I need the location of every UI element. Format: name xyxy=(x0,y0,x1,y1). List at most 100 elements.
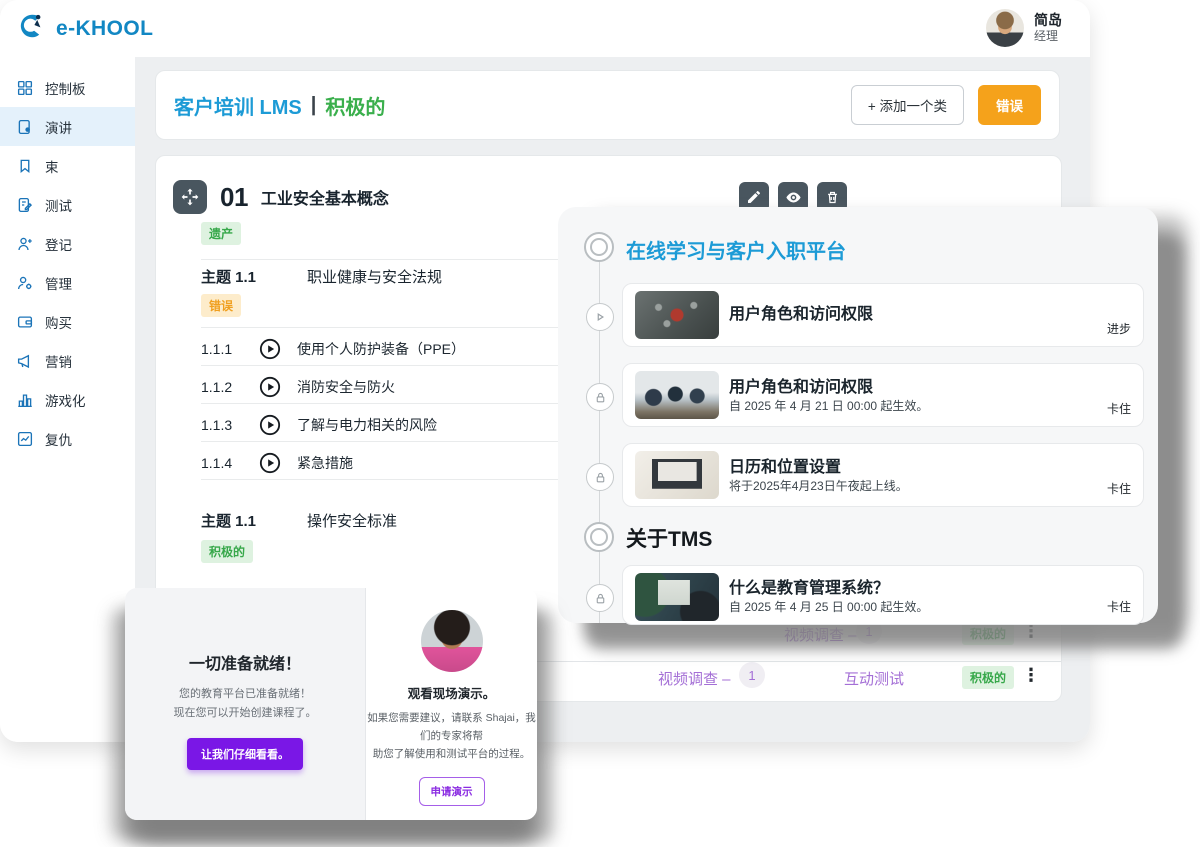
sidebar-item-lectures[interactable]: 演讲 xyxy=(0,107,135,146)
topic-code: 主题 1.1 xyxy=(201,269,257,286)
lesson-row[interactable]: 1.1.4 紧急措施 xyxy=(201,447,353,479)
lesson-row[interactable]: 1.1.3 了解与电力相关的风险 xyxy=(201,409,437,441)
card-thumbnail xyxy=(635,291,719,339)
brand-logo[interactable]: e-KHOOL xyxy=(18,11,153,46)
interactive-test-label[interactable]: 互动测试 xyxy=(844,668,904,689)
play-icon[interactable] xyxy=(259,452,281,474)
card-subtitle: 自 2025 年 4 月 25 日 00:00 起生效。 xyxy=(729,600,929,614)
brand-logo-icon xyxy=(18,11,48,46)
topic-title: 操作安全标准 xyxy=(307,513,398,530)
user-name: 简岛 xyxy=(1034,11,1062,28)
topic-row[interactable]: 主题 1.1 职业健康与安全法规 xyxy=(201,266,442,287)
topic-title: 职业健康与安全法规 xyxy=(307,269,443,286)
topic-status-badge: 积极的 xyxy=(201,540,254,563)
card-thumbnail xyxy=(635,451,719,499)
sidebar-item-management[interactable]: 管理 xyxy=(0,263,135,302)
add-class-button[interactable]: + 添加一个类 xyxy=(850,85,964,125)
pencil-icon xyxy=(748,191,760,203)
card-subtitle: 自 2025 年 4 月 21 日 00:00 起生效。 xyxy=(729,399,929,413)
course-status-badge: 遗产 xyxy=(201,222,242,245)
take-a-look-button[interactable]: 让我们仔细看看。 xyxy=(187,738,303,771)
title-separator: | xyxy=(310,93,317,116)
course-number: 01 xyxy=(220,181,248,212)
section-node-icon xyxy=(584,232,614,262)
lesson-row[interactable]: 1.1.1 使用个人防护装备（PPE） xyxy=(201,333,465,365)
demo-title: 观看现场演示。 xyxy=(407,687,496,701)
kebab-menu-icon[interactable]: ⋮ xyxy=(1018,662,1044,688)
ready-text-line1: 您的教育平台已准备就绪！ xyxy=(179,688,311,700)
page-status: 积极的 xyxy=(325,96,386,119)
sidebar-item-gamification[interactable]: 游戏化 xyxy=(0,380,135,419)
onboarding-card[interactable]: 日历和位置设置 将于2025年4月23日午夜起上线。 卡住 xyxy=(622,443,1144,507)
topic-status-badge: 错误 xyxy=(201,294,242,317)
sidebar-item-purchase[interactable]: 购买 xyxy=(0,302,135,341)
card-status: 卡住 xyxy=(1106,402,1131,416)
row-status-badge: 积极的 xyxy=(962,666,1015,689)
lesson-title: 使用个人防护装备（PPE） xyxy=(297,341,466,357)
sidebar-item-marketing[interactable]: 营销 xyxy=(0,341,135,380)
ready-title: 一切准备就绪！ xyxy=(188,656,301,673)
course-title: 工业安全基本概念 xyxy=(260,191,389,208)
card-status: 进步 xyxy=(1106,322,1131,336)
move-handle[interactable] xyxy=(173,180,207,214)
topic-code: 主题 1.1 xyxy=(201,513,257,530)
card-title: 日历和位置设置 xyxy=(729,459,842,476)
onboarding-card[interactable]: 用户角色和访问权限 进步 xyxy=(622,283,1144,347)
error-button[interactable]: 错误 xyxy=(978,85,1041,125)
card-status: 卡住 xyxy=(1106,482,1131,496)
row-status-badge: 积极的 xyxy=(962,622,1015,645)
card-subtitle: 将于2025年4月23日午夜起上线。 xyxy=(729,479,908,493)
lesson-code: 1.1.4 xyxy=(201,455,233,471)
topic-row[interactable]: 主题 1.1 操作安全标准 xyxy=(201,510,397,531)
request-demo-button[interactable]: 申请演示 xyxy=(418,776,485,806)
user-avatar xyxy=(986,9,1024,47)
sidebar-item-dashboard[interactable]: 控制板 xyxy=(0,68,135,107)
sidebar-item-label: 束 xyxy=(45,159,59,175)
onboarding-card[interactable]: 用户角色和访问权限 自 2025 年 4 月 21 日 00:00 起生效。 卡… xyxy=(622,363,1144,427)
lock-node-icon xyxy=(586,584,614,612)
dashboard-icon xyxy=(17,80,33,95)
enroll-icon xyxy=(18,237,32,250)
demo-text-line1: 如果您需要建议，请联系 Shajai，我们的专家将帮 xyxy=(367,712,536,742)
top-header: e-KHOOL 简岛 经理 xyxy=(0,0,1090,58)
sidebar-item-tests[interactable]: 测试 xyxy=(0,185,135,224)
trash-icon xyxy=(827,191,837,203)
sidebar-item-label: 游戏化 xyxy=(45,393,86,409)
gamification-icon xyxy=(18,393,32,407)
brand-name: e-KHOOL xyxy=(56,16,154,40)
onboarding-card[interactable]: 什么是教育管理系统？ 自 2025 年 4 月 25 日 00:00 起生效。 … xyxy=(622,565,1144,625)
sidebar-item-label: 管理 xyxy=(45,276,72,292)
sidebar-item-enrollment[interactable]: 登记 xyxy=(0,224,135,263)
move-icon xyxy=(181,188,199,206)
sidebar-item-bundles[interactable]: 束 xyxy=(0,146,135,185)
lesson-row[interactable]: 1.1.2 消防安全与防火 xyxy=(201,371,395,403)
onboarding-panel: 在线学习与客户入职平台 用户角色和访问权限 进步 用户角色和访问权限 自 202… xyxy=(558,207,1158,625)
play-icon[interactable] xyxy=(259,338,281,360)
sidebar-item-label: 控制板 xyxy=(45,81,86,97)
purchase-icon xyxy=(17,315,33,328)
eye-icon xyxy=(785,192,801,202)
demo-text-line2: 助您了解使用和测试平台的过程。 xyxy=(372,747,531,760)
count-badge: 1 xyxy=(739,662,765,688)
card-status: 卡住 xyxy=(1106,600,1131,614)
play-icon[interactable] xyxy=(259,414,281,436)
ready-modal-right: 观看现场演示。 如果您需要建议，请联系 Shajai，我们的专家将帮 助您了解使… xyxy=(366,588,537,820)
card-thumbnail xyxy=(635,371,719,419)
card-title: 什么是教育管理系统？ xyxy=(729,580,890,597)
page-header-card: 客户培训 LMS | 积极的 + 添加一个类 错误 xyxy=(155,70,1060,140)
lecture-icon xyxy=(18,119,30,134)
video-survey-label[interactable]: 视频调查 – xyxy=(784,624,857,645)
ready-text-line2: 现在您可以开始创建课程了。 xyxy=(173,706,317,719)
sidebar-item-label: 登记 xyxy=(45,237,72,253)
sidebar-item-label: 营销 xyxy=(45,354,72,370)
user-role: 经理 xyxy=(1034,29,1059,44)
play-icon[interactable] xyxy=(259,376,281,398)
test-icon xyxy=(18,197,33,212)
video-survey-label[interactable]: 视频调查 – xyxy=(658,668,731,689)
sidebar-item-label: 复仇 xyxy=(45,432,72,448)
user-menu[interactable]: 简岛 经理 xyxy=(986,9,1062,47)
section-node-icon xyxy=(584,522,614,552)
play-node-icon xyxy=(586,303,614,331)
sidebar-item-revenue[interactable]: 复仇 xyxy=(0,419,135,458)
demo-expert-avatar xyxy=(420,610,483,672)
